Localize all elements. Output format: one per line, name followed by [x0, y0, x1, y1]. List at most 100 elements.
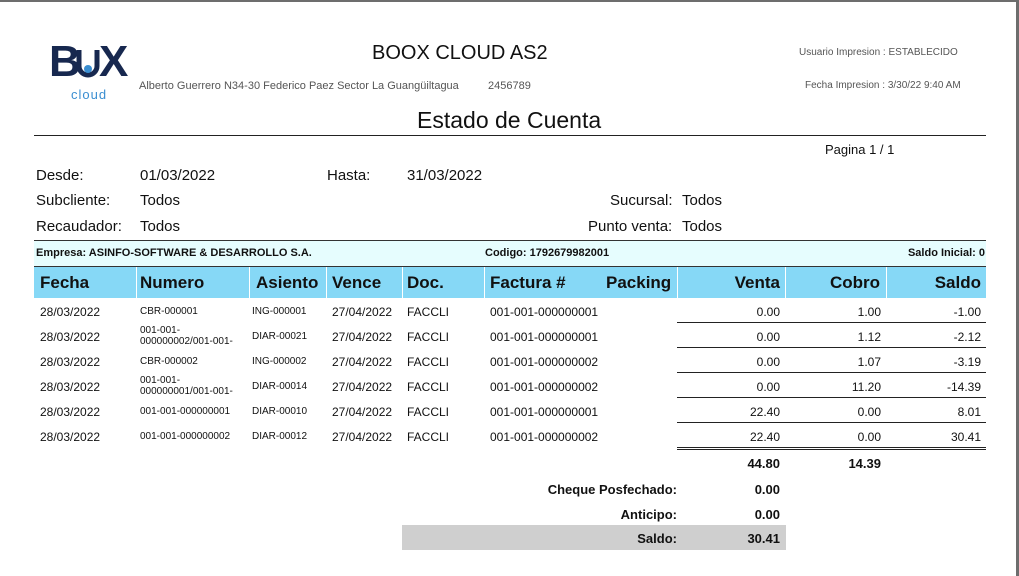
cell-doc: FACCLI	[407, 430, 450, 444]
anticipo-value: 0.00	[754, 507, 780, 522]
cell-numero: CBR-000001	[140, 306, 198, 317]
document-title: Estado de Cuenta	[417, 107, 602, 133]
cheque-posfechado-label: Cheque Posfechado:	[547, 482, 677, 497]
cell-factura: 001-001-000000001	[490, 405, 599, 419]
cell-vence: 27/04/2022	[332, 405, 393, 419]
cell-saldo: -1.00	[953, 305, 981, 319]
cell-saldo: -14.39	[946, 380, 981, 394]
cell-fecha: 28/03/2022	[40, 305, 101, 319]
table-row-divider	[677, 447, 986, 448]
column-separator	[886, 267, 887, 298]
cell-doc: FACCLI	[407, 355, 450, 369]
column-separator	[484, 267, 485, 298]
svg-text:B: B	[49, 37, 81, 84]
column-header-venta: Venta	[734, 273, 780, 292]
company-phone: 2456789	[488, 80, 531, 92]
cell-venta: 0.00	[756, 355, 780, 369]
table-row-divider	[677, 422, 986, 423]
hasta-value: 31/03/2022	[407, 167, 483, 184]
desde-value: 01/03/2022	[140, 167, 216, 184]
cell-asiento: DIAR-00014	[252, 381, 308, 392]
cell-fecha: 28/03/2022	[40, 380, 101, 394]
column-separator	[326, 267, 327, 298]
cell-saldo: 30.41	[950, 430, 981, 444]
subcliente-label: Subcliente:	[36, 192, 111, 209]
table-header: Fecha Numero Asiento Vence Doc. Factura …	[34, 267, 986, 298]
column-separator	[402, 267, 403, 298]
cheque-posfechado-value: 0.00	[754, 482, 780, 497]
cell-numero: 001-001-000000002	[140, 431, 231, 442]
cell-vence: 27/04/2022	[332, 380, 393, 394]
cell-vence: 27/04/2022	[332, 430, 393, 444]
cell-doc: FACCLI	[407, 405, 450, 419]
table-row-divider	[677, 322, 986, 323]
cell-numero: CBR-000002	[140, 356, 198, 367]
cell-factura: 001-001-000000001	[490, 305, 599, 319]
recaudador-value: Todos	[140, 218, 181, 235]
cell-fecha: 28/03/2022	[40, 430, 101, 444]
totals-divider	[677, 449, 986, 450]
total-cobro: 14.39	[848, 456, 881, 471]
cell-asiento: DIAR-00010	[252, 406, 308, 417]
cell-cobro: 1.12	[857, 330, 881, 344]
page-number: Pagina 1 / 1	[825, 142, 895, 157]
cell-numero: 001-001- 000000002/001-001-	[140, 325, 233, 347]
cell-numero: 001-001-000000001	[140, 406, 231, 417]
column-header-asiento: Asiento	[256, 273, 319, 292]
cell-asiento: ING-000001	[252, 306, 307, 317]
column-header-numero: Numero	[140, 273, 205, 292]
hasta-label: Hasta:	[327, 167, 371, 184]
column-separator	[249, 267, 250, 298]
svg-text:X: X	[99, 37, 128, 84]
cell-saldo: -2.12	[953, 330, 981, 344]
column-header-doc: Doc.	[407, 273, 444, 292]
cell-venta: 22.40	[749, 430, 780, 444]
cell-vence: 27/04/2022	[332, 355, 393, 369]
column-separator	[785, 267, 786, 298]
anticipo-label: Anticipo:	[620, 507, 677, 522]
punto-venta-label: Punto venta:	[588, 218, 673, 235]
table-row-divider	[677, 347, 986, 348]
cell-fecha: 28/03/2022	[40, 355, 101, 369]
subcliente-value: Todos	[140, 192, 181, 209]
punto-venta-value: Todos	[682, 218, 723, 235]
cell-doc: FACCLI	[407, 305, 450, 319]
codigo-text: Codigo: 1792679982001	[485, 247, 610, 259]
recaudador-label: Recaudador:	[36, 218, 122, 235]
cell-asiento: ING-000002	[252, 356, 307, 367]
saldo-inicial-text: Saldo Inicial: 0	[907, 247, 985, 259]
saldo-final-value: 30.41	[747, 531, 780, 546]
column-separator	[677, 267, 678, 298]
title-divider	[34, 135, 986, 136]
cell-factura: 001-001-000000001	[490, 330, 599, 344]
cell-saldo: 8.01	[957, 405, 981, 419]
cell-fecha: 28/03/2022	[40, 330, 101, 344]
cell-venta: 22.40	[749, 405, 780, 419]
print-user: Usuario Impresion : ESTABLECIDO	[799, 47, 958, 58]
column-header-packing: Packing	[606, 273, 672, 292]
cell-doc: FACCLI	[407, 380, 450, 394]
table-row-divider	[677, 397, 986, 398]
cell-fecha: 28/03/2022	[40, 405, 101, 419]
company-address: Alberto Guerrero N34-30 Federico Paez Se…	[139, 80, 459, 92]
cell-cobro: 0.00	[857, 430, 881, 444]
cell-cobro: 11.20	[851, 380, 881, 394]
cell-factura: 001-001-000000002	[490, 430, 599, 444]
cell-venta: 0.00	[756, 380, 780, 394]
sucursal-value: Todos	[682, 192, 723, 209]
cell-venta: 0.00	[756, 330, 780, 344]
column-header-cobro: Cobro	[829, 273, 880, 292]
cell-saldo: -3.19	[953, 355, 981, 369]
cell-vence: 27/04/2022	[332, 330, 393, 344]
company-logo: B X cloud	[49, 36, 129, 106]
cell-asiento: DIAR-00012	[252, 431, 308, 442]
cell-cobro: 1.07	[857, 355, 881, 369]
saldo-final-label: Saldo:	[637, 531, 677, 546]
cell-factura: 001-001-000000002	[490, 380, 599, 394]
logo-subtitle: cloud	[71, 87, 108, 102]
table-row-divider	[677, 372, 986, 373]
cell-doc: FACCLI	[407, 330, 450, 344]
cell-cobro: 0.00	[857, 405, 881, 419]
print-date: Fecha Impresion : 3/30/22 9:40 AM	[805, 80, 961, 91]
sucursal-label: Sucursal:	[610, 192, 673, 209]
